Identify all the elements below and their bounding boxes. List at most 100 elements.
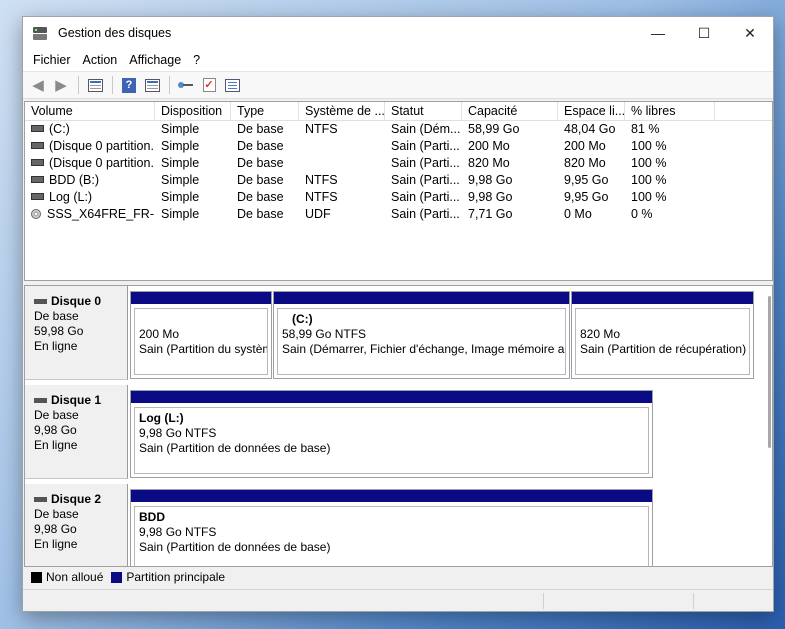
cell-free-space: 9,95 Go bbox=[558, 172, 625, 189]
volume-row[interactable]: (Disque 0 partition... Simple De base Sain … bbox=[25, 155, 772, 172]
properties-button[interactable] bbox=[221, 74, 243, 96]
cell-disposition: Simple bbox=[155, 206, 231, 223]
cell-percent-free: 0 % bbox=[625, 206, 715, 223]
column-header-percent-free[interactable]: % libres bbox=[625, 102, 715, 120]
disk-label[interactable]: Disque 0 De base 59,98 Go En ligne bbox=[25, 286, 128, 380]
cell-volume: (Disque 0 partition... bbox=[25, 138, 155, 155]
back-button[interactable]: ◀ bbox=[27, 74, 49, 96]
partition-block[interactable]: 200 Mo Sain (Partition du systèm bbox=[130, 291, 272, 379]
volume-row[interactable]: (Disque 0 partition... Simple De base Sain … bbox=[25, 138, 772, 155]
cell-disposition: Simple bbox=[155, 155, 231, 172]
cell-text: Simple bbox=[161, 122, 200, 136]
cell-capacity: 7,71 Go bbox=[462, 206, 558, 223]
partition-block[interactable]: 820 Mo Sain (Partition de récupération) bbox=[571, 291, 754, 379]
disk-size: 9,98 Go bbox=[34, 522, 77, 536]
cell-text: 100 % bbox=[631, 139, 667, 153]
maximize-button[interactable]: ☐ bbox=[681, 17, 727, 49]
partition-state: Sain (Partition du systèm bbox=[139, 342, 268, 356]
disk-label[interactable]: Disque 2 De base 9,98 Go En ligne bbox=[25, 484, 128, 566]
cell-free-space: 200 Mo bbox=[558, 138, 625, 155]
column-header-volume[interactable]: Volume bbox=[25, 102, 155, 120]
disk-row-2: Disque 2 De base 9,98 Go En ligne BDD 9,… bbox=[25, 484, 755, 566]
connect-button[interactable] bbox=[175, 74, 197, 96]
partition-block[interactable]: BDD 9,98 Go NTFS Sain (Partition de donn… bbox=[130, 489, 653, 566]
cell-volume: Log (L:) bbox=[25, 189, 155, 206]
partition-block[interactable]: (C:) 58,99 Go NTFS Sain (Démarrer, Fichi… bbox=[273, 291, 570, 379]
partition-size: 9,98 Go NTFS bbox=[139, 525, 217, 539]
primary-partition-bar bbox=[131, 490, 652, 502]
cell-text: De base bbox=[237, 156, 284, 170]
cell-percent-free: 81 % bbox=[625, 121, 715, 138]
disk-icon bbox=[34, 398, 47, 403]
cell-type: De base bbox=[231, 155, 299, 172]
volume-row[interactable]: SSS_X64FRE_FR-FR... Simple De base UDF Sain … bbox=[25, 206, 772, 223]
disk-name: Disque 2 bbox=[51, 492, 102, 506]
volume-row[interactable]: (C:) Simple De base NTFS Sain (Dém... 58,99 G… bbox=[25, 121, 772, 138]
show-hide-console-tree-button[interactable] bbox=[84, 74, 106, 96]
menu-action[interactable]: Action bbox=[77, 53, 124, 67]
disk-status: En ligne bbox=[34, 438, 78, 452]
menu-help[interactable]: ? bbox=[187, 53, 206, 67]
cell-type: De base bbox=[231, 138, 299, 155]
menu-affichage[interactable]: Affichage bbox=[123, 53, 187, 67]
help-button[interactable]: ? bbox=[118, 74, 140, 96]
back-arrow-icon: ◀ bbox=[32, 76, 44, 94]
column-header-status[interactable]: Statut bbox=[385, 102, 462, 120]
cell-text: De base bbox=[237, 190, 284, 204]
cell-text: 7,71 Go bbox=[468, 207, 513, 221]
disk-type: De base bbox=[34, 408, 79, 422]
column-header-free-space[interactable]: Espace li... bbox=[558, 102, 625, 120]
check-button[interactable]: ✓ bbox=[198, 74, 220, 96]
partition-name bbox=[139, 312, 267, 327]
partition-state: Sain (Partition de données de base) bbox=[139, 540, 331, 554]
status-bar-divider bbox=[693, 593, 694, 609]
primary-partition-swatch bbox=[111, 571, 123, 583]
cell-text: De base bbox=[237, 207, 284, 221]
partition-block[interactable]: Log (L:) 9,98 Go NTFS Sain (Partition de… bbox=[130, 390, 653, 478]
cell-text: 0 Mo bbox=[564, 207, 592, 221]
cell-volume: SSS_X64FRE_FR-FR... bbox=[25, 206, 155, 223]
checkmark-icon: ✓ bbox=[202, 78, 216, 92]
cell-type: De base bbox=[231, 121, 299, 138]
cell-text: Log (L:) bbox=[49, 190, 93, 204]
cell-text: Sain (Parti... bbox=[391, 139, 460, 153]
cell-disposition: Simple bbox=[155, 121, 231, 138]
partition-size: 9,98 Go NTFS bbox=[139, 426, 217, 440]
legend: Non alloué Partition principale bbox=[24, 567, 773, 587]
cell-filesystem: NTFS bbox=[299, 189, 385, 206]
properties-icon bbox=[224, 78, 240, 92]
menu-fichier[interactable]: Fichier bbox=[27, 53, 77, 67]
disk-size: 59,98 Go bbox=[34, 324, 84, 338]
disk-label[interactable]: Disque 1 De base 9,98 Go En ligne bbox=[25, 385, 128, 479]
column-header-disposition[interactable]: Disposition bbox=[155, 102, 231, 120]
cell-status: Sain (Parti... bbox=[385, 155, 462, 172]
cell-filesystem bbox=[299, 155, 385, 172]
cell-text: 100 % bbox=[631, 173, 667, 187]
disk-row-0: Disque 0 De base 59,98 Go En ligne 200 M… bbox=[25, 286, 755, 380]
partition-size: 200 Mo bbox=[139, 327, 180, 341]
column-header-capacity[interactable]: Capacité bbox=[462, 102, 558, 120]
column-header-filesystem[interactable]: Système de ... bbox=[299, 102, 385, 120]
forward-button[interactable]: ▶ bbox=[50, 74, 72, 96]
primary-partition-bar bbox=[572, 292, 753, 304]
primary-partition-bar bbox=[131, 391, 652, 403]
vertical-scrollbar[interactable] bbox=[768, 296, 771, 448]
toolbar: ◀ ▶ ? ✓ bbox=[23, 71, 773, 99]
cell-filesystem: UDF bbox=[299, 206, 385, 223]
volume-row[interactable]: Log (L:) Simple De base NTFS Sain (Parti... 9… bbox=[25, 189, 772, 206]
column-header-type[interactable]: Type bbox=[231, 102, 299, 120]
partition-state: Sain (Démarrer, Fichier d'échange, Image… bbox=[282, 342, 566, 356]
title-bar: Gestion des disques — ☐ ✕ bbox=[23, 17, 773, 49]
cell-text: SSS_X64FRE_FR-FR... bbox=[47, 207, 155, 221]
volume-row[interactable]: BDD (B:) Simple De base NTFS Sain (Parti... 9… bbox=[25, 172, 772, 189]
minimize-button[interactable]: — bbox=[635, 17, 681, 49]
toolbar-separator bbox=[112, 76, 113, 94]
cell-text: Sain (Parti... bbox=[391, 207, 460, 221]
volume-icon bbox=[31, 159, 44, 167]
cell-text: De base bbox=[237, 173, 284, 187]
close-button[interactable]: ✕ bbox=[727, 17, 773, 49]
action-pane-button[interactable] bbox=[141, 74, 163, 96]
cell-text: NTFS bbox=[305, 173, 338, 187]
cell-disposition: Simple bbox=[155, 189, 231, 206]
action-pane-icon bbox=[144, 78, 160, 92]
